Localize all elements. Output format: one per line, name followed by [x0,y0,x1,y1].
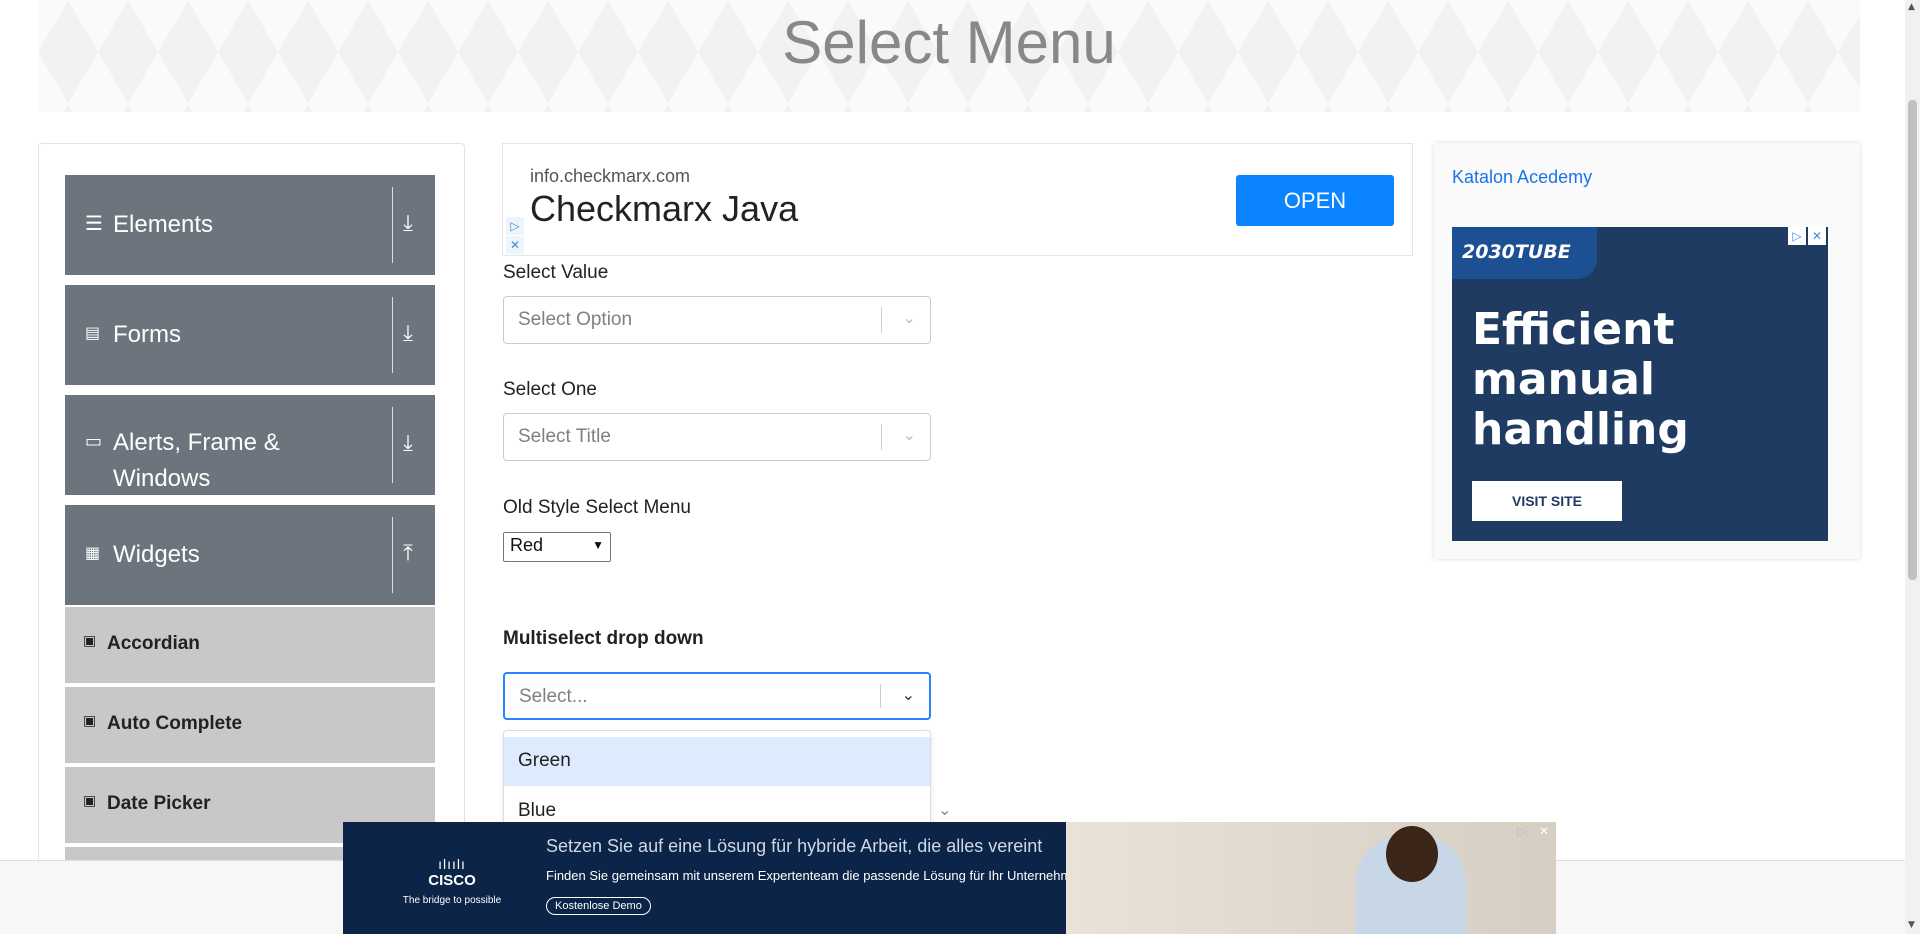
divider [881,424,882,450]
person-head-shape [1386,826,1438,882]
select-one-dropdown[interactable]: Select Title ⌄ [503,413,931,461]
scroll-down-icon[interactable]: ▼ [1908,920,1915,930]
sidebar-item-accordian[interactable]: ▣ Accordian [65,605,435,683]
ad-title[interactable]: Checkmarx Java [530,188,798,230]
headline-line: handling [1472,404,1689,455]
sidebar-group-label: Forms [113,321,181,348]
ad-creative[interactable]: 2030TUBE ▷ ✕ Efficient manual handling V… [1452,227,1828,541]
sidebar-group-elements[interactable]: ☰ Elements ⤓ [65,175,435,275]
cisco-bars-icon: ılıılı [438,856,466,872]
adchoices-icon[interactable]: ▷ [506,217,524,235]
html5-icon: ▣ [83,633,97,649]
ad-headline: Efficient manual handling [1472,305,1689,455]
html5-icon: ▣ [83,793,97,809]
widgets-icon: ▦ [85,543,101,562]
adchoices-icon[interactable]: ▷ [1788,227,1806,245]
multiselect-placeholder: Select... [519,686,588,707]
sidebar-item-label: Accordian [107,633,200,654]
divider [880,684,881,708]
select-value-label: Select Value [503,262,609,283]
download-icon[interactable]: ⤓ [389,321,427,346]
ad-banner-top[interactable]: info.checkmarx.com Checkmarx Java OPEN ▷… [502,143,1413,256]
close-icon[interactable]: ✕ [1535,822,1553,840]
ad-brand: 2030TUBE [1452,227,1597,279]
scrollbar[interactable]: ▲ ▼ [1905,0,1920,934]
chevron-down-icon[interactable]: ⌄ [903,425,916,444]
cisco-logo: ılıılı CISCO The bridge to possible [377,856,527,906]
upload-icon[interactable]: ⤒ [389,541,427,566]
sidebar-group-label: Widgets [113,541,200,568]
select-value-dropdown[interactable]: Select Option ⌄ [503,296,931,344]
chevron-down-icon[interactable]: ⌄ [938,800,951,819]
ad-open-button[interactable]: OPEN [1236,175,1394,226]
old-style-select-value: Red [510,535,544,555]
sidebar-group-label: Alerts, Frame & [113,429,280,456]
sidebar-group-label: Elements [113,211,214,238]
ad-subtext: Finden Sie gemeinsam mit unserem Experte… [546,868,1090,883]
old-style-select[interactable]: Red ▼ [503,532,611,562]
sidebar-item-auto-complete[interactable]: ▣ Auto Complete [65,685,435,763]
page-banner: Select Menu [38,0,1860,112]
multiselect-dropdown[interactable]: Select... ⌄ [503,672,931,720]
multiselect-label: Multiselect drop down [503,628,704,649]
sidebar-item-label: Date Picker [107,793,211,814]
chevron-down-icon[interactable]: ⌄ [903,308,916,327]
download-icon[interactable]: ⤓ [389,211,427,236]
window-icon: ▭ [85,431,103,452]
ad-sidebar-right[interactable]: Katalon Acedemy 2030TUBE ▷ ✕ Efficient m… [1434,143,1860,559]
sidebar-group-alerts[interactable]: ▭ Alerts, Frame & Windows ⤓ [65,395,435,495]
ad-headline: Setzen Sie auf eine Lösung für hybride A… [546,836,1043,856]
visit-site-button[interactable]: VISIT SITE [1472,481,1622,521]
katalon-link[interactable]: Katalon Acedemy [1452,167,1592,188]
headline-line: Efficient [1472,304,1675,355]
chevron-down-icon: ▼ [592,538,604,552]
ad-photo [1066,822,1556,934]
page-title: Select Menu [782,9,1116,76]
sidebar-group-forms[interactable]: ▤ Forms ⤓ [65,285,435,385]
adchoices-icon[interactable]: ▷ [1513,822,1531,840]
ad-banner-bottom[interactable]: ılıılı CISCO The bridge to possible Setz… [343,822,1556,934]
old-style-select-label: Old Style Select Menu [503,497,691,518]
ad-url: info.checkmarx.com [530,166,691,186]
close-icon[interactable]: ✕ [1808,227,1826,245]
cisco-name: CISCO [428,872,476,889]
hamburger-icon: ☰ [85,211,103,235]
close-icon[interactable]: ✕ [506,236,524,254]
html5-icon: ▣ [83,713,97,729]
document-icon: ▤ [85,323,101,342]
headline-line: manual [1472,354,1655,405]
download-icon[interactable]: ⤓ [389,431,427,456]
sidebar-group-widgets[interactable]: ▦ Widgets ⤒ [65,505,435,605]
sidebar-group-label-line2: Windows [113,465,211,492]
select-one-placeholder: Select Title [518,426,611,447]
option-green[interactable]: Green [504,737,930,786]
divider [881,307,882,333]
scroll-up-icon[interactable]: ▲ [1908,2,1915,12]
demo-button[interactable]: Kostenlose Demo [546,897,651,915]
select-value-placeholder: Select Option [518,309,633,330]
scrollbar-thumb[interactable] [1908,100,1917,580]
chevron-down-icon[interactable]: ⌄ [902,685,915,704]
sidebar-item-label: Auto Complete [107,713,243,734]
sidebar: ☰ Elements ⤓ ▤ Forms ⤓ ▭ Alerts, Frame &… [38,143,465,934]
cisco-tagline: The bridge to possible [402,895,502,906]
select-one-label: Select One [503,379,597,400]
